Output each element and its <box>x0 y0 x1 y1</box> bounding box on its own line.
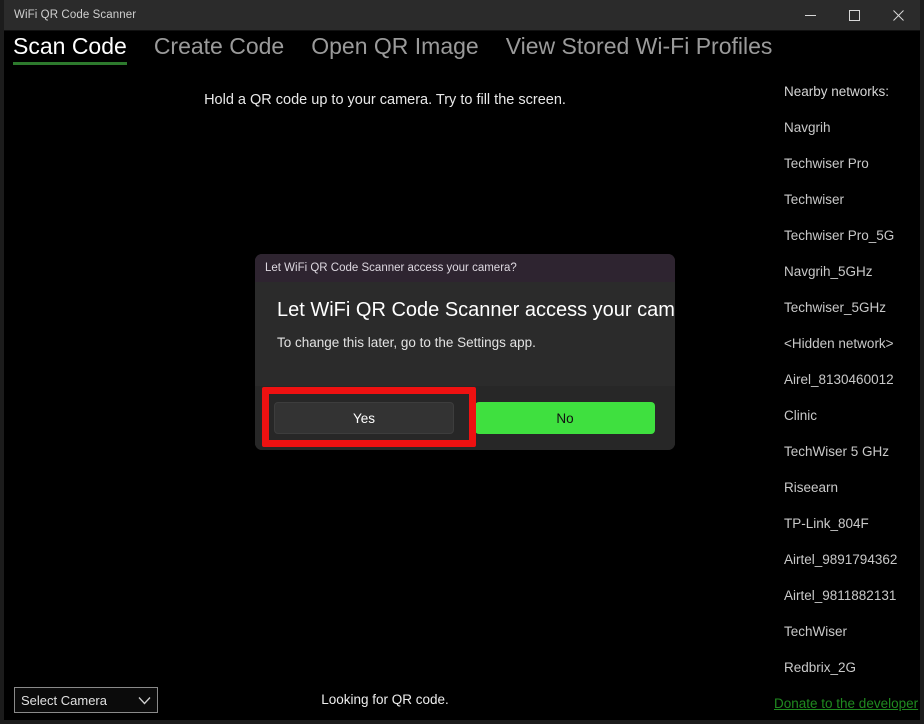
dialog-body: Let WiFi QR Code Scanner access your cam… <box>255 282 675 386</box>
network-list-item[interactable]: Clinic <box>784 408 817 424</box>
network-list-item[interactable]: Airel_8130460012 <box>784 372 894 388</box>
dialog-title-bar: Let WiFi QR Code Scanner access your cam… <box>255 254 675 282</box>
network-list-item[interactable]: Navgrih_5GHz <box>784 264 873 280</box>
minimize-button[interactable] <box>788 0 832 30</box>
window-controls <box>788 0 920 30</box>
dialog-footer: Yes No <box>255 386 675 450</box>
window-title-bar[interactable]: WiFi QR Code Scanner <box>4 0 920 31</box>
network-list-item[interactable]: Techwiser Pro <box>784 156 869 172</box>
camera-permission-dialog: Let WiFi QR Code Scanner access your cam… <box>255 254 675 450</box>
network-list-item[interactable]: Techwiser_5GHz <box>784 300 886 316</box>
network-list-item[interactable]: Navgrih <box>784 120 831 136</box>
close-icon <box>892 9 904 21</box>
network-list-item[interactable]: Techwiser Pro_5G <box>784 228 894 244</box>
network-list-item[interactable]: TechWiser 5 GHz <box>784 444 889 460</box>
tab-create-code[interactable]: Create Code <box>154 31 297 61</box>
network-list-item[interactable]: <Hidden network> <box>784 336 894 352</box>
network-list-item[interactable]: TP-Link_804F <box>784 516 869 532</box>
allow-camera-yes-button[interactable]: Yes <box>274 402 454 434</box>
maximize-icon <box>848 9 860 21</box>
network-list-item[interactable]: Redbrix_2G <box>784 660 856 676</box>
tab-view-stored-profiles[interactable]: View Stored Wi-Fi Profiles <box>506 31 786 61</box>
network-list-item[interactable]: Techwiser <box>784 192 844 208</box>
tab-bar: Scan Code Create Code Open QR Image View… <box>4 31 920 75</box>
network-list-item[interactable]: TechWiser <box>784 624 847 640</box>
network-list-item[interactable]: Airtel_9891794362 <box>784 552 897 568</box>
tab-scan-code[interactable]: Scan Code <box>13 31 140 65</box>
window-title: WiFi QR Code Scanner <box>14 9 137 21</box>
close-button[interactable] <box>876 0 920 30</box>
network-list-item[interactable]: Airtel_9811882131 <box>784 588 896 604</box>
nearby-networks-panel: Nearby networks: Navgrih Techwiser Pro Tech… <box>774 76 920 720</box>
donate-link[interactable]: Donate to the developer <box>774 696 920 711</box>
app-window: WiFi QR Code Scanner Scan Code Create Co… <box>0 0 924 724</box>
scan-status-text: Looking for QR code. <box>321 692 449 707</box>
maximize-button[interactable] <box>832 0 876 30</box>
tab-open-qr-image[interactable]: Open QR Image <box>311 31 491 61</box>
nearby-networks-heading: Nearby networks: <box>784 84 890 99</box>
minimize-icon <box>804 14 816 16</box>
dialog-heading: Let WiFi QR Code Scanner access your cam… <box>277 299 675 321</box>
network-list-item[interactable]: Riseearn <box>784 480 838 496</box>
bottom-bar: Select Camera Looking for QR code. Donat… <box>4 682 920 720</box>
dialog-title-text: Let WiFi QR Code Scanner access your cam… <box>265 262 517 274</box>
dialog-subtext: To change this later, go to the Settings… <box>277 335 536 350</box>
allow-camera-no-button[interactable]: No <box>475 402 655 434</box>
camera-hint-text: Hold a QR code up to your camera. Try to… <box>204 92 566 108</box>
